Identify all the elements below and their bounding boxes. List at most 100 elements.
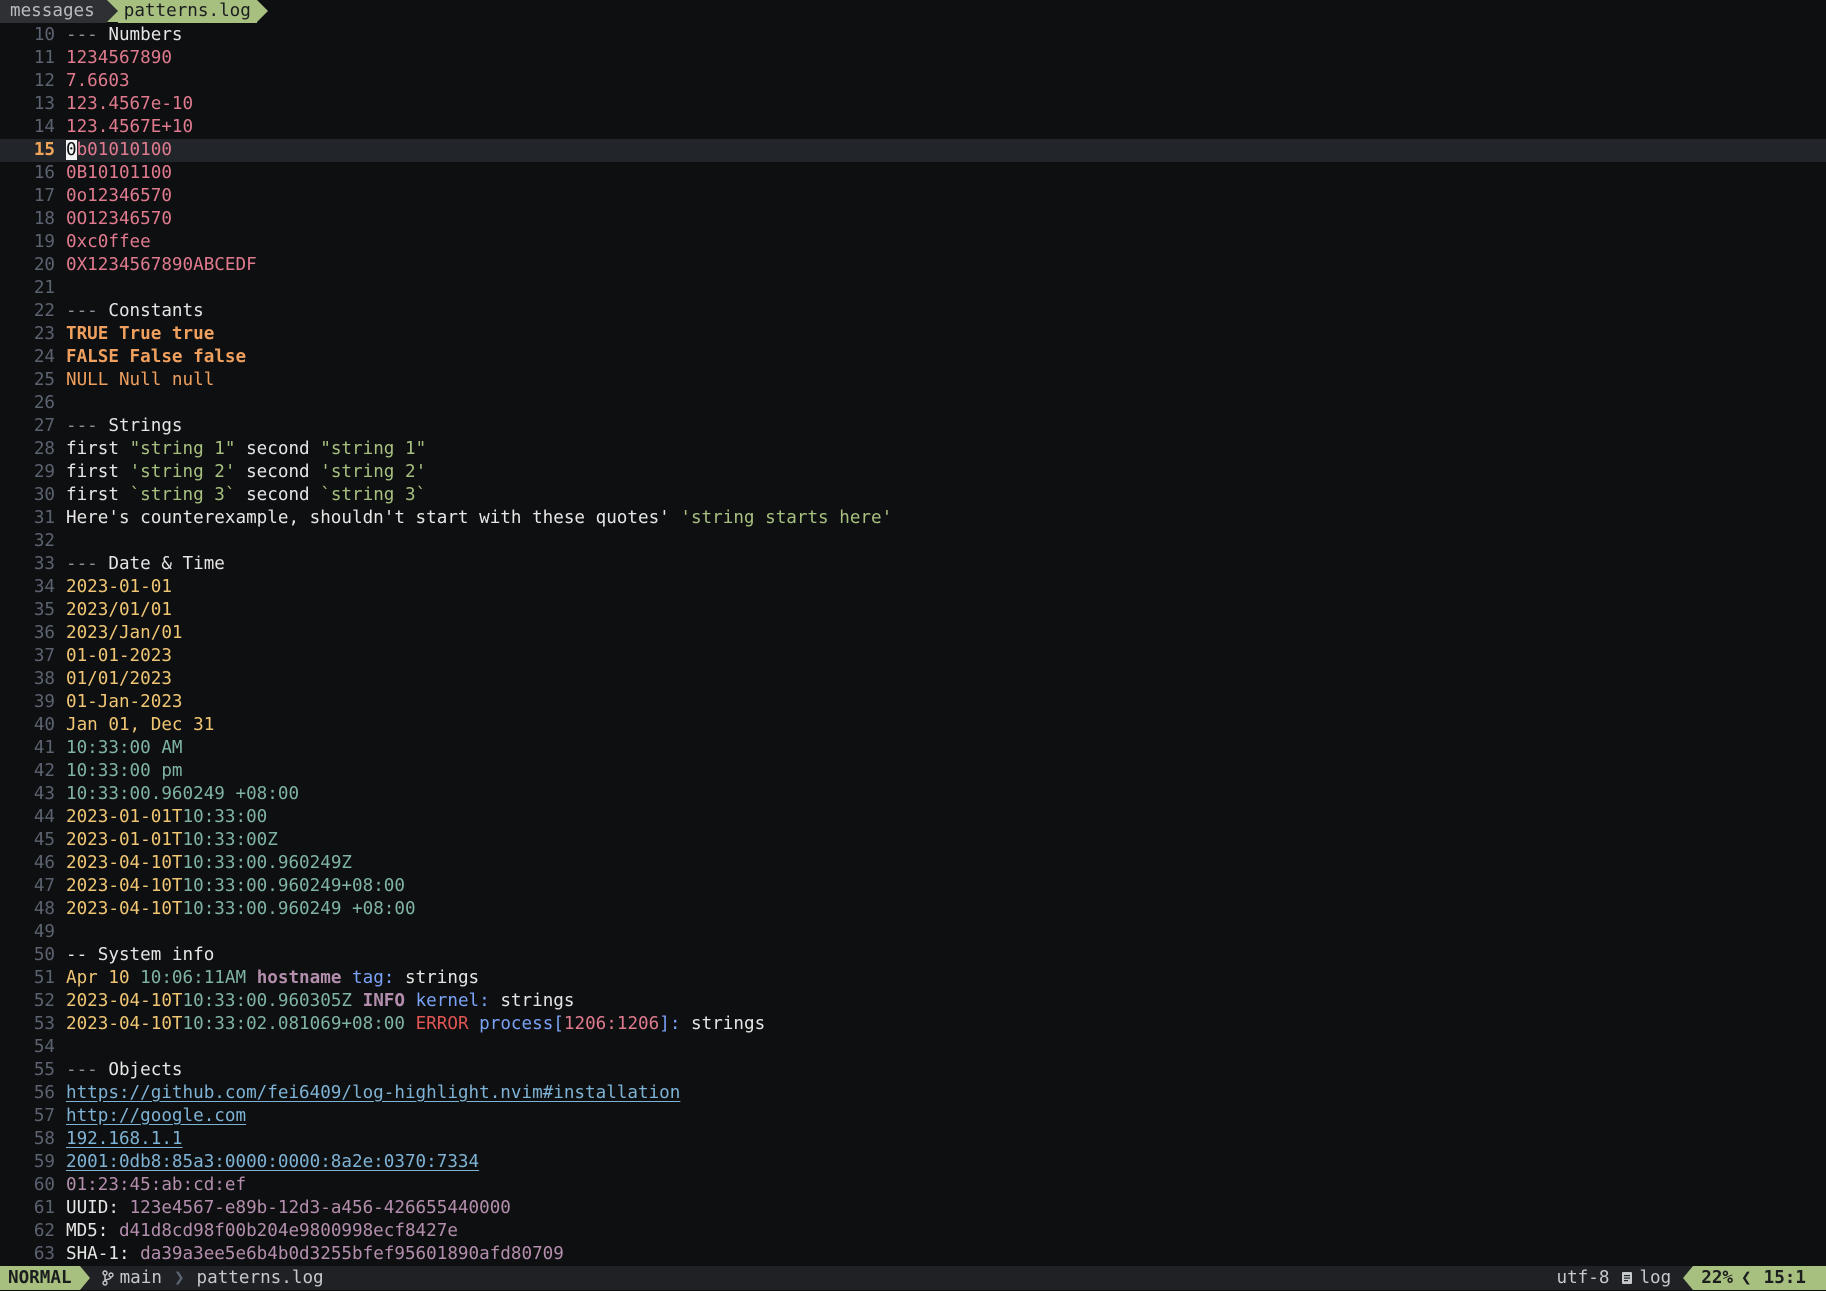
token-heading: Objects	[108, 1060, 183, 1080]
buffer-line[interactable]: 41 10:33:00 AM	[0, 737, 1826, 760]
token-date: Jan 01, Dec 31	[66, 715, 215, 735]
statusline-divider: ❯	[173, 1268, 185, 1288]
token-plain: first	[66, 485, 130, 505]
buffer-line[interactable]: 52 2023-04-10T10:33:00.960305Z INFO kerne…	[0, 990, 1826, 1013]
line-content: 01:23:45:ab:cd:ef	[66, 1174, 246, 1197]
buffer-line[interactable]: 37 01-01-2023	[0, 645, 1826, 668]
buffer-line[interactable]: 25 NULL Null null	[0, 369, 1826, 392]
file-type-label: log	[1639, 1268, 1672, 1288]
tab-messages[interactable]: messages	[0, 0, 107, 23]
buffer-line[interactable]: 54	[0, 1036, 1826, 1059]
buffer-line[interactable]: 40 Jan 01, Dec 31	[0, 714, 1826, 737]
line-number: 11	[33, 48, 55, 68]
line-number: 49	[33, 922, 55, 942]
buffer-line[interactable]: 59 2001:0db8:85a3:0000:0000:8a2e:0370:733…	[0, 1151, 1826, 1174]
token-dash: ---	[66, 554, 109, 574]
token-date: 2023-01-01	[66, 577, 172, 597]
editor-buffer[interactable]: 10 --- Numbers 11 1234567890 12 7.6603 13 123.4…	[0, 24, 1826, 1266]
token-date: 01/01/2023	[66, 669, 172, 689]
buffer-line[interactable]: 23 TRUE True true	[0, 323, 1826, 346]
buffer-line[interactable]: 44 2023-01-01T10:33:00	[0, 806, 1826, 829]
buffer-line[interactable]: 30 first `string 3` second `string 3`	[0, 484, 1826, 507]
buffer-line[interactable]: 16 0B10101100	[0, 162, 1826, 185]
buffer-line[interactable]: 24 FALSE False false	[0, 346, 1826, 369]
line-content: Apr 10 10:06:11AM hostname tag: strings	[66, 967, 479, 990]
buffer-line[interactable]: 36 2023/Jan/01	[0, 622, 1826, 645]
token-dash: ---	[66, 416, 109, 436]
token-dash: ---	[66, 1060, 109, 1080]
token-kw: tag:	[352, 968, 395, 988]
buffer-line[interactable]: 15 0b01010100	[0, 139, 1826, 162]
buffer-line[interactable]: 13 123.4567e-10	[0, 93, 1826, 116]
cursor-position-label: 15:1	[1763, 1268, 1806, 1288]
buffer-line[interactable]: 29 first 'string 2' second 'string 2'	[0, 461, 1826, 484]
token-mac: 01:23:45:ab:cd:ef	[66, 1175, 247, 1195]
token-plain: strings	[489, 991, 575, 1011]
buffer-line[interactable]: 45 2023-01-01T10:33:00Z	[0, 829, 1826, 852]
buffer-line[interactable]: 55 --- Objects	[0, 1059, 1826, 1082]
buffer-line[interactable]: 60 01:23:45:ab:cd:ef	[0, 1174, 1826, 1197]
buffer-line[interactable]: 35 2023/01/01	[0, 599, 1826, 622]
buffer-line[interactable]: 10 --- Numbers	[0, 24, 1826, 47]
buffer-line[interactable]: 50 -- System info	[0, 944, 1826, 967]
tab-patterns-log[interactable]: patterns.log	[117, 0, 257, 23]
buffer-line[interactable]: 57 http://google.com	[0, 1105, 1826, 1128]
buffer-line[interactable]: 56 https://github.com/fei6409/log-highlig…	[0, 1082, 1826, 1105]
buffer-line[interactable]: 63 SHA-1: da39a3ee5e6b4b0d3255bfef9560189…	[0, 1243, 1826, 1266]
buffer-line[interactable]: 31 Here's counterexample, shouldn't start…	[0, 507, 1826, 530]
token-num: 0O12346570	[66, 209, 172, 229]
token-str: 'string 2'	[320, 462, 427, 482]
line-content: FALSE False false	[66, 346, 246, 369]
statusline-filename-label: patterns.log	[196, 1268, 324, 1288]
buffer-line[interactable]: 47 2023-04-10T10:33:00.960249+08:00	[0, 875, 1826, 898]
buffer-line[interactable]: 28 first "string 1" second "string 1"	[0, 438, 1826, 461]
buffer-line[interactable]: 14 123.4567E+10	[0, 116, 1826, 139]
token-time: 10:33:00.960249+08:00	[182, 876, 405, 896]
buffer-line[interactable]: 26	[0, 392, 1826, 415]
buffer-line[interactable]: 20 0X1234567890ABCEDF	[0, 254, 1826, 277]
buffer-line[interactable]: 62 MD5: d41d8cd98f00b204e9800998ecf8427e	[0, 1220, 1826, 1243]
buffer-line[interactable]: 49	[0, 921, 1826, 944]
buffer-line[interactable]: 51 Apr 10 10:06:11AM hostname tag: string…	[0, 967, 1826, 990]
token-plain: second	[235, 439, 321, 459]
line-content: http://google.com	[66, 1105, 246, 1128]
line-content: UUID: 123e4567-e89b-12d3-a456-4266554400…	[66, 1197, 511, 1220]
token-str: "string 1"	[320, 439, 427, 459]
line-content: --- Strings	[66, 415, 183, 438]
line-content: 10:33:00.960249 +08:00	[66, 783, 299, 806]
token-time: 10:33:00 AM	[66, 738, 183, 758]
buffer-line[interactable]: 27 --- Strings	[0, 415, 1826, 438]
buffer-line[interactable]: 39 01-Jan-2023	[0, 691, 1826, 714]
buffer-line[interactable]: 58 192.168.1.1	[0, 1128, 1826, 1151]
line-number: 48	[33, 899, 55, 919]
line-number: 19	[33, 232, 55, 252]
line-number: 13	[33, 94, 55, 114]
buffer-line[interactable]: 22 --- Constants	[0, 300, 1826, 323]
buffer-line[interactable]: 12 7.6603	[0, 70, 1826, 93]
buffer-line[interactable]: 32	[0, 530, 1826, 553]
buffer-line[interactable]: 21	[0, 277, 1826, 300]
buffer-line[interactable]: 33 --- Date & Time	[0, 553, 1826, 576]
buffer-line[interactable]: 17 0o12346570	[0, 185, 1826, 208]
line-content: https://github.com/fei6409/log-highlight…	[66, 1082, 680, 1105]
token-const: FALSE False false	[66, 347, 247, 367]
line-number: 41	[33, 738, 55, 758]
buffer-line[interactable]: 11 1234567890	[0, 47, 1826, 70]
file-encoding-label: utf-8	[1556, 1268, 1610, 1288]
token-num: 7.6603	[66, 71, 130, 91]
line-content: Here's counterexample, shouldn't start w…	[66, 507, 892, 530]
buffer-line[interactable]: 18 0O12346570	[0, 208, 1826, 231]
token-plain: second	[235, 485, 321, 505]
text-cursor: 0	[66, 140, 77, 160]
token-date: 01-Jan-2023	[66, 692, 183, 712]
buffer-line[interactable]: 42 10:33:00 pm	[0, 760, 1826, 783]
buffer-line[interactable]: 34 2023-01-01	[0, 576, 1826, 599]
buffer-line[interactable]: 38 01/01/2023	[0, 668, 1826, 691]
buffer-line[interactable]: 48 2023-04-10T10:33:00.960249 +08:00	[0, 898, 1826, 921]
line-number: 45	[33, 830, 55, 850]
buffer-line[interactable]: 43 10:33:00.960249 +08:00	[0, 783, 1826, 806]
buffer-line[interactable]: 61 UUID: 123e4567-e89b-12d3-a456-42665544…	[0, 1197, 1826, 1220]
buffer-line[interactable]: 19 0xc0ffee	[0, 231, 1826, 254]
buffer-line[interactable]: 46 2023-04-10T10:33:00.960249Z	[0, 852, 1826, 875]
buffer-line[interactable]: 53 2023-04-10T10:33:02.081069+08:00 ERROR…	[0, 1013, 1826, 1036]
